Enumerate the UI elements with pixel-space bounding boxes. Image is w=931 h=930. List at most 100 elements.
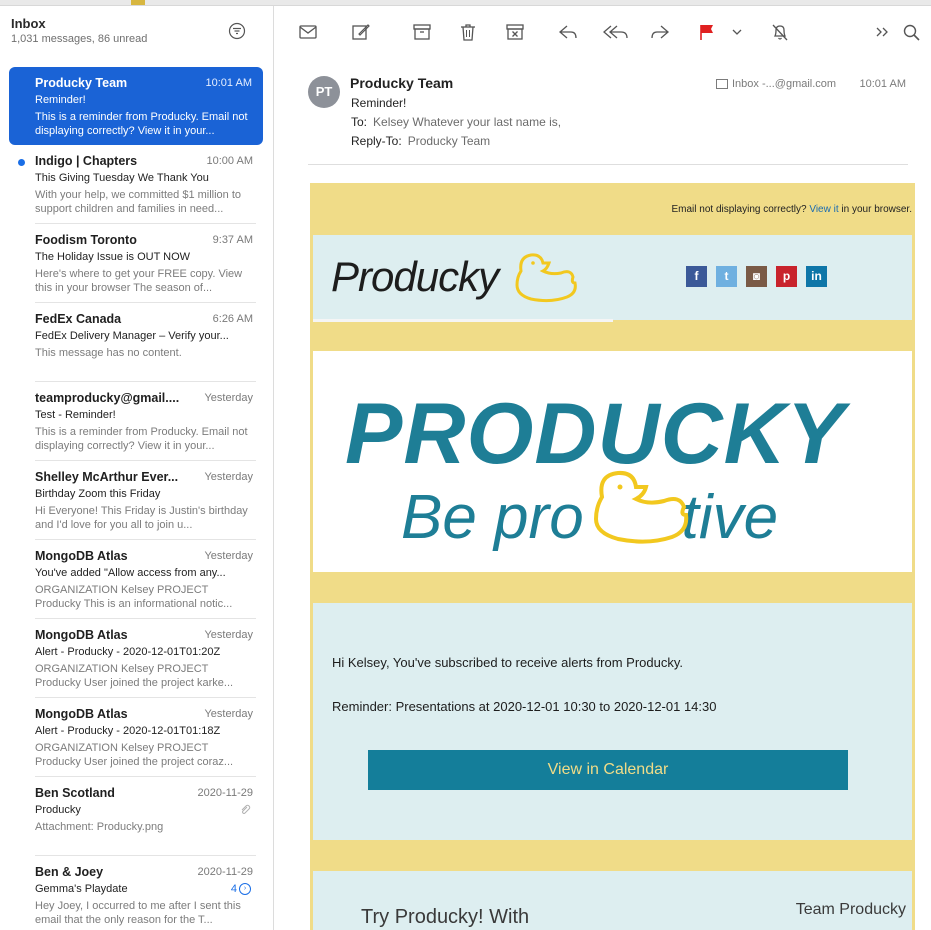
message-time: 2020-11-29	[197, 866, 253, 878]
message-item[interactable]: Ben Scotland 2020-11-29 Producky Attachm…	[0, 777, 273, 856]
message-sender: teamproducky@gmail....	[35, 391, 180, 405]
message-sender: Shelley McArthur Ever...	[35, 470, 179, 484]
mute-bell-icon[interactable]	[769, 21, 791, 43]
chevron-down-icon[interactable]	[730, 21, 744, 43]
message-header: PT Producky Team Reminder! To: Kelsey Wha…	[308, 72, 908, 165]
footer-block: Try Producky! With Team Producky	[313, 871, 912, 930]
facebook-icon[interactable]: f	[686, 266, 707, 287]
message-item[interactable]: FedEx Canada 6:26 AM FedEx Delivery Mana…	[0, 303, 273, 382]
message-sender: MongoDB Atlas	[35, 549, 128, 563]
notice-pre: Email not displaying correctly?	[671, 204, 807, 215]
email-body: Email not displaying correctly? View it …	[310, 183, 915, 930]
mailbox-icon	[716, 79, 728, 90]
content-block: Hi Kelsey, You've subscribed to receive …	[313, 603, 912, 840]
message-time: 6:26 AM	[212, 313, 253, 325]
to-label: To:	[351, 115, 368, 129]
reply-icon[interactable]	[557, 21, 579, 43]
message-preview: ORGANIZATION Kelsey PROJECT Producky Use…	[35, 663, 234, 689]
message-item[interactable]: Ben & Joey 2020-11-29 Gemma's Playdate 4…	[0, 856, 273, 930]
footer-right-text: Team Producky	[795, 901, 906, 918]
message-subject: FedEx Delivery Manager – Verify your...	[35, 330, 229, 342]
message-time: Yesterday	[204, 550, 253, 562]
thread-count[interactable]: 4 ›	[230, 883, 251, 896]
tab-mark	[131, 0, 145, 5]
message-sender: Ben Scotland	[35, 786, 115, 800]
message-sender: MongoDB Atlas	[35, 628, 128, 642]
duck-logo-icon	[511, 249, 583, 312]
instagram-icon[interactable]: ◙	[746, 266, 767, 287]
message-item[interactable]: Producky Team 10:01 AM Reminder! This is…	[9, 67, 263, 145]
message-preview: This is a reminder from Producky. Email …	[35, 426, 248, 452]
browser-notice: Email not displaying correctly? View it …	[672, 204, 913, 215]
archive-icon[interactable]	[411, 21, 433, 43]
message-item[interactable]: MongoDB Atlas Yesterday Alert - Producky…	[0, 698, 273, 777]
message-item[interactable]: teamproducky@gmail.... Yesterday Test - …	[0, 382, 273, 461]
hero-tag-pre: Be pro	[401, 483, 584, 552]
header-to: To: Kelsey Whatever your last name is,	[351, 115, 561, 129]
message-subject: The Holiday Issue is OUT NOW	[35, 251, 191, 263]
envelope-icon[interactable]	[297, 21, 319, 43]
reply-all-icon[interactable]	[602, 21, 630, 43]
forward-icon[interactable]	[649, 21, 671, 43]
message-subject: You've added "Allow access from any...	[35, 567, 226, 579]
compose-icon[interactable]	[350, 21, 372, 43]
duck-logo-icon	[588, 467, 696, 554]
view-in-calendar-button[interactable]: View in Calendar	[368, 750, 848, 790]
message-list: Producky Team 10:01 AM Reminder! This is…	[0, 67, 273, 930]
message-item[interactable]: MongoDB Atlas Yesterday Alert - Producky…	[0, 619, 273, 698]
trash-icon[interactable]	[457, 21, 479, 43]
message-time: 10:00 AM	[206, 155, 253, 167]
message-item[interactable]: MongoDB Atlas Yesterday You've added "Al…	[0, 540, 273, 619]
mailbox-title: Inbox	[11, 16, 46, 31]
message-preview: Hey Joey, I occurred to me after I sent …	[35, 900, 241, 926]
reminder-text: Reminder: Presentations at 2020-12-01 10…	[332, 699, 717, 714]
message-subject: Reminder!	[35, 94, 86, 106]
chevron-right-icon: ›	[239, 883, 251, 896]
header-from[interactable]: Producky Team	[350, 75, 453, 91]
message-item[interactable]: Indigo | Chapters 10:00 AM This Giving T…	[0, 145, 273, 224]
linkedin-icon[interactable]: in	[806, 266, 827, 287]
junk-icon[interactable]	[504, 21, 526, 43]
message-time: Yesterday	[204, 392, 253, 404]
hero-banner: PRODUCKY Be pro tive	[313, 351, 912, 572]
message-subject: Producky	[35, 804, 81, 816]
message-subject: Test - Reminder!	[35, 409, 116, 421]
hero-tag-post: tive	[681, 483, 779, 552]
message-time: 10:01 AM	[205, 77, 252, 89]
reply-to-value[interactable]: Producky Team	[408, 134, 490, 148]
message-subject: Alert - Producky - 2020-12-01T01:18Z	[35, 725, 221, 737]
filter-icon[interactable]	[228, 22, 246, 40]
message-preview: With your help, we committed $1 million …	[35, 189, 242, 215]
thread-count-value: 4	[230, 883, 237, 895]
search-icon[interactable]	[902, 21, 922, 43]
twitter-icon[interactable]: t	[716, 266, 737, 287]
message-item[interactable]: Shelley McArthur Ever... Yesterday Birth…	[0, 461, 273, 540]
social-icons: f t ◙ p in	[686, 266, 836, 287]
toolbar	[274, 6, 931, 56]
logo-band: Producky f t ◙ p in	[313, 235, 912, 322]
message-preview: ORGANIZATION Kelsey PROJECT Producky Thi…	[35, 584, 233, 610]
overflow-chevrons-icon[interactable]	[874, 21, 890, 43]
pinterest-icon[interactable]: p	[776, 266, 797, 287]
message-subject: Gemma's Playdate	[35, 883, 128, 895]
message-time: Yesterday	[204, 471, 253, 483]
message-time: Yesterday	[204, 708, 253, 720]
view-it-link[interactable]: View it	[809, 204, 838, 215]
mailbox-header: Inbox 1,031 messages, 86 unread	[11, 16, 147, 45]
unread-dot-icon	[18, 159, 25, 166]
message-item[interactable]: Foodism Toronto 9:37 AM The Holiday Issu…	[0, 224, 273, 303]
message-subject: Birthday Zoom this Friday	[35, 488, 161, 500]
message-sender: Indigo | Chapters	[35, 154, 138, 168]
message-subject: This Giving Tuesday We Thank You	[35, 172, 209, 184]
message-time: Yesterday	[204, 629, 253, 641]
message-preview: Attachment: Producky.png	[35, 821, 164, 833]
flag-icon[interactable]	[696, 21, 718, 43]
message-subject: Alert - Producky - 2020-12-01T01:20Z	[35, 646, 221, 658]
message-sender: FedEx Canada	[35, 312, 122, 326]
message-preview: This message has no content.	[35, 347, 182, 359]
reply-to-label: Reply-To:	[351, 134, 402, 148]
message-list-pane: Inbox 1,031 messages, 86 unread Producky…	[0, 6, 274, 930]
header-subject: Reminder!	[351, 96, 407, 110]
to-value[interactable]: Kelsey Whatever your last name is,	[373, 115, 561, 129]
message-sender: Foodism Toronto	[35, 233, 137, 247]
